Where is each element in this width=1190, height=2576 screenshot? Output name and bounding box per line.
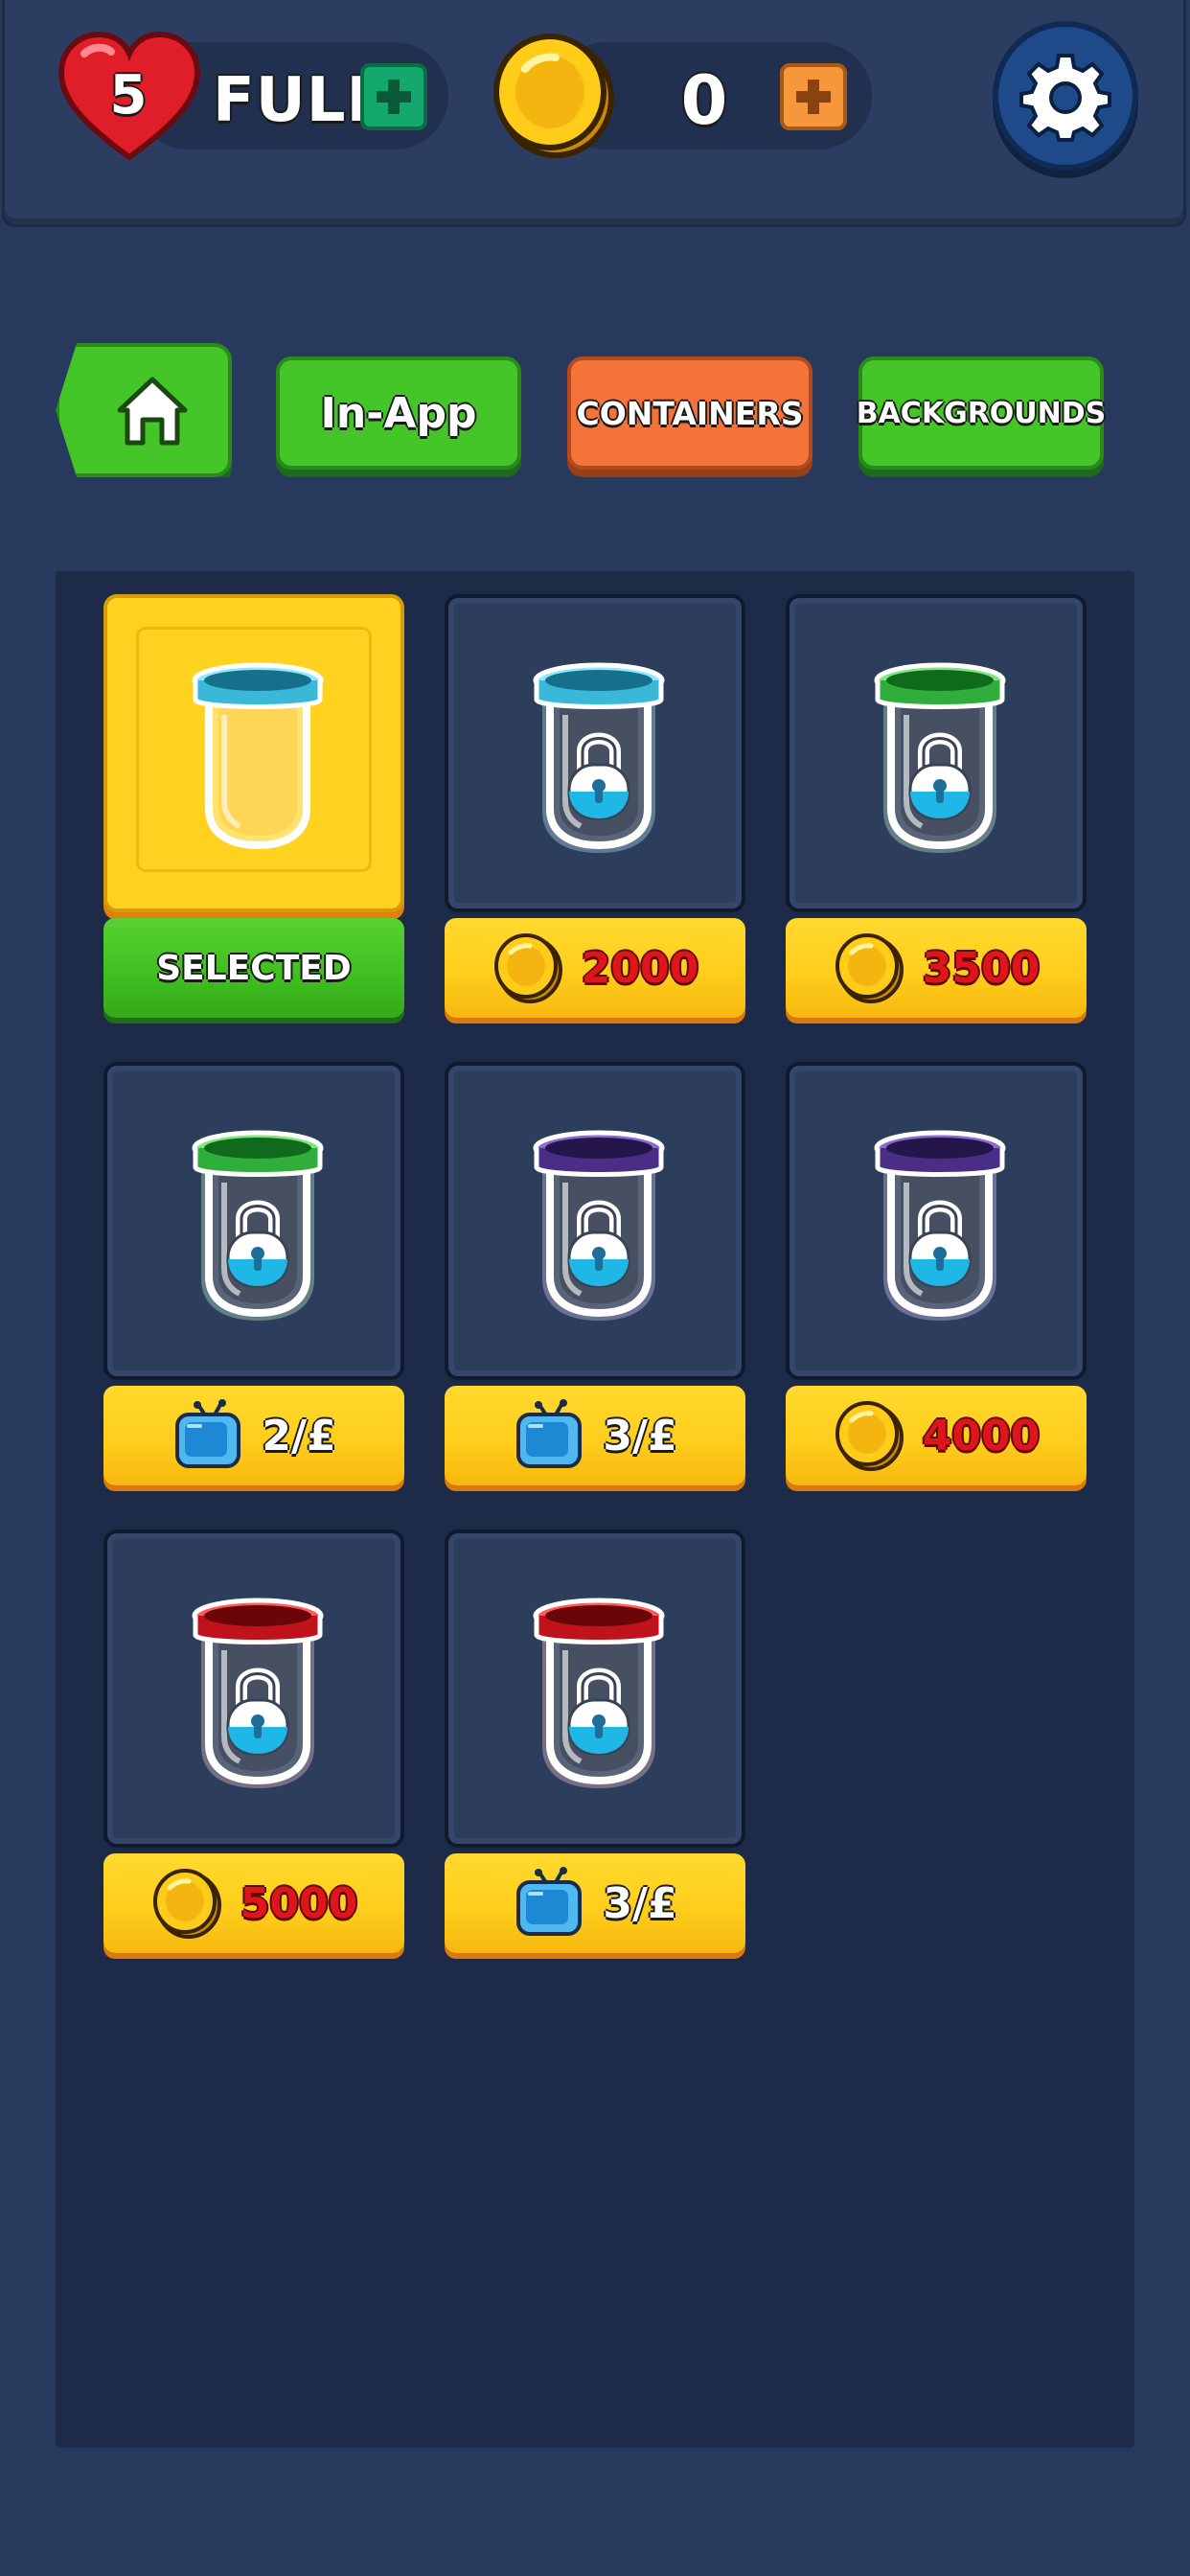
buy-button[interactable]: 2000 [445, 918, 745, 1018]
tv-ad-icon [516, 1867, 583, 1936]
tab-in-app[interactable]: In-App [276, 356, 521, 470]
container-jar-icon [192, 662, 324, 850]
buy-button[interactable]: 3500 [786, 918, 1087, 1018]
coin-icon [493, 933, 562, 1003]
selected-badge[interactable]: SELECTED [103, 918, 404, 1018]
plus-icon [377, 80, 411, 114]
plus-icon [796, 80, 831, 114]
container-jar-icon [874, 1130, 1006, 1321]
tab-backgrounds[interactable]: BACKGROUNDS [856, 356, 1107, 470]
price-label: 2/£ [262, 1411, 336, 1460]
container-card-cyan[interactable] [445, 594, 745, 912]
container-card-purple[interactable] [786, 1062, 1087, 1380]
tv-ad-icon [175, 1399, 241, 1468]
coin-icon [493, 34, 614, 158]
price-label: 3/£ [603, 1878, 677, 1928]
container-card-red[interactable] [103, 1530, 404, 1848]
tab-containers[interactable]: CONTAINERS [567, 356, 812, 470]
container-card-red[interactable] [445, 1530, 745, 1848]
container-jar-icon [533, 662, 665, 853]
coin-count: 0 [680, 61, 728, 140]
coin-icon [835, 933, 904, 1003]
price-label: 2000 [581, 943, 699, 993]
price-label: 5000 [240, 1878, 358, 1928]
price-label: 4000 [922, 1411, 1041, 1460]
gear-icon [1019, 54, 1111, 142]
container-card-purple[interactable] [445, 1062, 745, 1380]
price-label: 3500 [922, 943, 1041, 993]
container-jar-icon [533, 1598, 665, 1788]
buy-button[interactable]: 4000 [786, 1386, 1087, 1485]
container-jar-icon [874, 662, 1006, 853]
container-jar-icon [533, 1130, 665, 1321]
tv-ad-icon [516, 1399, 583, 1468]
coin-icon [835, 1401, 904, 1471]
buy-button[interactable]: 3/£ [445, 1386, 745, 1485]
coin-icon [152, 1869, 221, 1939]
settings-button[interactable] [993, 21, 1138, 171]
tab-in-app-label: In-App [320, 388, 477, 438]
selected-label: SELECTED [156, 948, 352, 988]
buy-button[interactable]: 5000 [103, 1853, 404, 1953]
buy-button[interactable]: 2/£ [103, 1386, 404, 1485]
container-jar-icon [192, 1130, 324, 1321]
tab-backgrounds-label: BACKGROUNDS [856, 396, 1107, 430]
buy-button[interactable]: 3/£ [445, 1853, 745, 1953]
home-tab[interactable] [56, 343, 232, 477]
container-jar-icon [192, 1598, 324, 1788]
tab-containers-label: CONTAINERS [576, 394, 804, 432]
container-card-green[interactable] [786, 594, 1087, 912]
home-icon [117, 377, 188, 446]
container-card-green[interactable] [103, 1062, 404, 1380]
add-coins-button[interactable] [780, 63, 847, 130]
add-lives-button[interactable] [360, 63, 427, 130]
price-label: 3/£ [603, 1411, 677, 1460]
lives-count: 5 [109, 64, 148, 126]
container-card-cyan[interactable] [103, 594, 404, 912]
